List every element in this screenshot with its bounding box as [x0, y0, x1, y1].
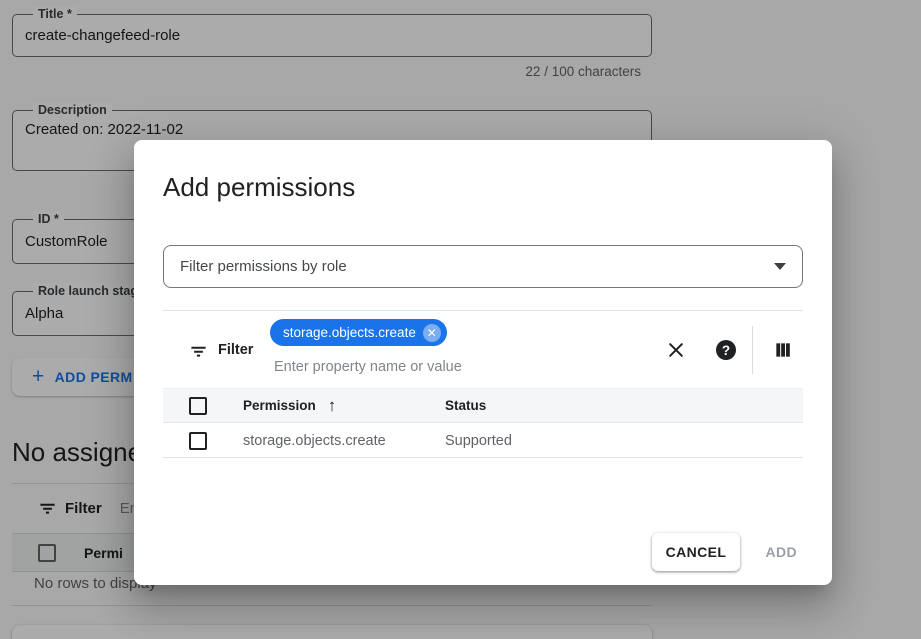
row-status-cell: Supported	[445, 433, 512, 449]
chip-remove-icon[interactable]: ✕	[423, 324, 441, 342]
role-select-value: Filter permissions by role	[180, 258, 347, 275]
add-permissions-dialog: Add permissions Filter permissions by ro…	[134, 140, 832, 585]
filter-label: Filter	[218, 342, 253, 358]
permission-row[interactable]: storage.objects.create Supported	[163, 424, 803, 458]
filter-chip[interactable]: storage.objects.create ✕	[270, 319, 447, 346]
sort-ascending-icon: ↑	[328, 396, 337, 416]
chevron-down-icon	[774, 263, 786, 270]
filter-chip-label: storage.objects.create	[283, 325, 416, 340]
row-permission-cell: storage.objects.create	[243, 433, 386, 449]
column-display-button[interactable]	[763, 330, 803, 370]
help-icon: ?	[716, 340, 736, 360]
permission-column-header[interactable]: Permission ↑	[243, 396, 336, 416]
row-checkbox[interactable]	[189, 432, 207, 450]
filter-input[interactable]	[274, 359, 574, 375]
add-button[interactable]: ADD	[765, 533, 797, 571]
select-all-checkbox[interactable]	[189, 397, 207, 415]
permissions-filter-toolbar: Filter storage.objects.create ✕ ?	[163, 310, 803, 388]
status-column-header[interactable]: Status	[445, 398, 486, 413]
clear-filters-button[interactable]	[656, 330, 696, 370]
screen: Title * create-changefeed-role 22 / 100 …	[0, 0, 921, 639]
dialog-title: Add permissions	[163, 172, 355, 203]
filter-icon	[189, 342, 208, 361]
filter-permissions-by-role-select[interactable]: Filter permissions by role	[163, 245, 803, 288]
help-button[interactable]: ?	[706, 330, 746, 370]
divider	[752, 326, 753, 374]
toolbar-icons: ?	[656, 311, 803, 389]
cancel-button[interactable]: CANCEL	[652, 533, 740, 571]
permissions-table-header: Permission ↑ Status	[163, 388, 803, 423]
permission-column-label: Permission	[243, 398, 316, 413]
